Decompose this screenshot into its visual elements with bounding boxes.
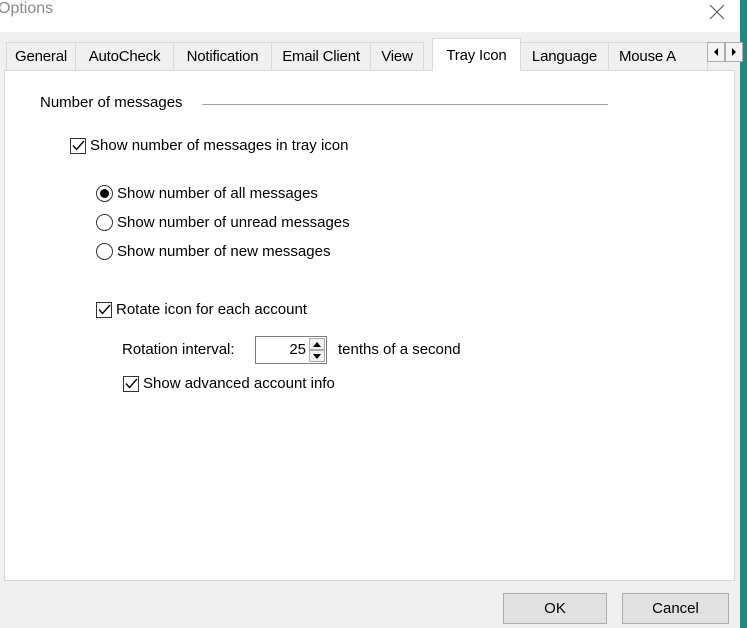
cancel-label: Cancel: [652, 600, 699, 617]
radio-unread-label: Show number of unread messages: [117, 214, 350, 231]
radio-button[interactable]: [96, 185, 113, 202]
rotation-interval-input[interactable]: [256, 337, 308, 363]
tab-general[interactable]: General: [6, 42, 76, 70]
group-divider: [202, 104, 608, 105]
spinner-buttons: [309, 338, 325, 362]
radio-new-messages[interactable]: Show number of new messages: [96, 243, 330, 260]
tab-scroll-left-button[interactable]: [707, 42, 725, 62]
tab-email-client[interactable]: Email Client: [271, 42, 371, 70]
close-button[interactable]: [700, 0, 734, 24]
scroll-left-icon: [714, 48, 718, 56]
checkbox-box[interactable]: [123, 375, 139, 392]
tab-notification[interactable]: Notification: [173, 42, 272, 70]
tab-label: Email Client: [282, 48, 360, 65]
ok-label: OK: [544, 600, 566, 617]
tab-autocheck[interactable]: AutoCheck: [75, 42, 174, 70]
spin-down-icon: [313, 353, 321, 359]
rotation-interval-unit: tenths of a second: [338, 341, 461, 358]
radio-unread-messages[interactable]: Show number of unread messages: [96, 214, 350, 231]
show-count-checkbox[interactable]: Show number of messages in tray icon: [70, 137, 348, 154]
scroll-right-icon: [732, 48, 736, 56]
window-title: Options: [0, 0, 54, 17]
rotate-icon-checkbox[interactable]: Rotate icon for each account: [96, 301, 307, 318]
spin-up-button[interactable]: [309, 338, 325, 350]
radio-all-label: Show number of all messages: [117, 185, 318, 202]
tab-label: Notification: [186, 48, 259, 65]
rotation-interval-spinner[interactable]: [255, 336, 327, 364]
spin-up-icon: [313, 341, 321, 347]
radio-selected-dot: [100, 189, 109, 198]
check-icon: [124, 378, 138, 389]
group-label-number-of-messages: Number of messages: [40, 94, 183, 111]
window-edge: [740, 0, 747, 628]
tab-label: Language: [531, 48, 598, 65]
rotate-icon-label: Rotate icon for each account: [116, 301, 307, 318]
radio-new-label: Show number of new messages: [117, 243, 331, 260]
tab-tray-icon[interactable]: Tray Icon: [432, 38, 521, 71]
tab-scroll-arrows: [707, 42, 743, 62]
radio-button[interactable]: [96, 214, 113, 231]
check-icon: [71, 140, 85, 151]
tab-view[interactable]: View: [370, 42, 424, 70]
checkbox-box[interactable]: [96, 301, 112, 318]
tab-scroll-right-button[interactable]: [725, 42, 743, 62]
checkbox-box[interactable]: [70, 137, 86, 154]
tab-mouse-actions[interactable]: Mouse A: [608, 42, 708, 70]
tab-language[interactable]: Language: [520, 42, 609, 70]
advanced-info-label: Show advanced account info: [143, 375, 335, 392]
close-icon: [709, 4, 725, 20]
cancel-button[interactable]: Cancel: [622, 593, 729, 624]
radio-button[interactable]: [96, 243, 113, 260]
spin-down-button[interactable]: [309, 350, 325, 362]
advanced-info-checkbox[interactable]: Show advanced account info: [123, 375, 335, 392]
check-icon: [97, 304, 111, 315]
tab-label: Mouse A: [619, 48, 676, 65]
tab-label: AutoCheck: [88, 48, 161, 65]
title-bar: Options: [0, 0, 740, 32]
tab-label: View: [381, 48, 413, 65]
tab-label: Tray Icon: [446, 46, 507, 64]
ok-button[interactable]: OK: [503, 593, 607, 624]
radio-all-messages[interactable]: Show number of all messages: [96, 185, 318, 202]
rotation-interval-label: Rotation interval:: [122, 341, 235, 358]
show-count-label: Show number of messages in tray icon: [90, 137, 349, 154]
tab-label: General: [15, 48, 67, 65]
